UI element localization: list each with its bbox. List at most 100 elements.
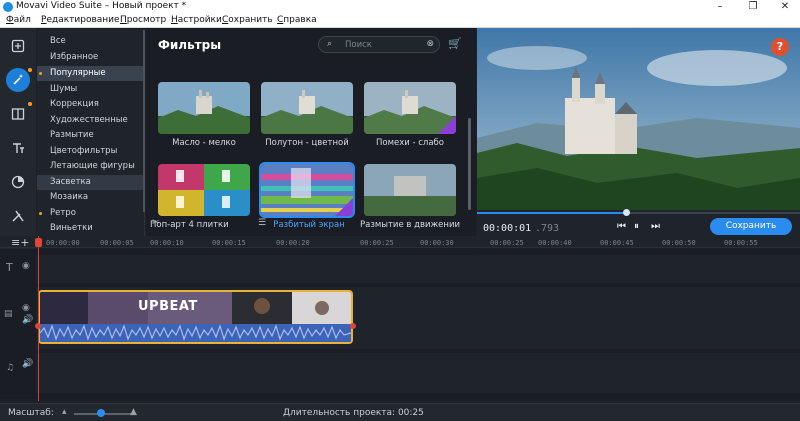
category-item[interactable]: Художественные [37,113,145,128]
menu-file[interactable]: Файл [6,15,31,25]
magic-wand-icon[interactable] [6,68,32,92]
filter-label: Размытие в движении [360,220,460,230]
cart-icon[interactable]: 🛒 [448,37,462,50]
menu-save[interactable]: Сохранить [222,15,273,25]
category-item[interactable]: Мозаика [37,190,145,205]
ruler-tick: 00:00:20 [276,239,310,247]
category-item[interactable]: Избранное [37,50,145,65]
menu-edit[interactable]: Редактирование [41,15,120,25]
ruler-tick: 00:00:25 [490,239,524,247]
filter-label: Помехи - слабо [375,138,445,148]
app-window: Movavi Video Suite – Новый проект * – ❐ … [0,0,800,421]
playhead-line [38,236,39,401]
category-item[interactable]: Все [37,34,145,49]
text-track[interactable] [36,255,800,283]
category-item[interactable]: Коррекция [37,97,145,112]
help-button[interactable]: ? [771,38,789,56]
music-track-icon: ♫ [6,363,15,373]
skip-back-icon[interactable]: ⏮ [617,221,626,232]
filter-thumb-popart[interactable] [158,164,250,216]
filter-label-selected: Разбитый экран [273,220,345,230]
clock-icon[interactable] [6,170,30,194]
premium-badge [335,198,353,216]
ruler-tick: 00:00:30 [420,239,454,247]
ruler-tick: 00:00:25 [360,239,394,247]
ruler-tick: 00:00:00 [46,239,80,247]
add-track-icon[interactable]: ≡+ [11,236,29,249]
player-bar: 00:00:01 .793 ⏮ ⏸ ⏭ Сохранить [477,209,800,236]
category-item[interactable]: Виньетки [37,221,145,236]
category-item[interactable]: Летающие фигуры [37,159,145,174]
text-track-icon: T [6,261,13,274]
zoom-out-icon[interactable]: ▴ [62,407,67,417]
app-logo-icon [3,2,13,12]
video-track-icon: ▤ [4,309,13,319]
video-preview [477,28,800,210]
track-audio-icon[interactable]: 🔊 [22,315,33,325]
category-item-selected[interactable]: Популярные [37,66,145,81]
category-item[interactable]: Ретро [37,206,145,221]
category-label: Ретро [50,208,76,218]
save-button[interactable]: Сохранить [710,218,792,235]
category-item-hover[interactable]: Засветка [37,175,145,190]
ruler-tick: 00:00:10 [150,239,184,247]
close-button[interactable]: ✕ [770,0,800,14]
search-icon: ⌕ [327,39,333,49]
filter-label: Масло - мелко [172,138,236,148]
notification-dot [28,102,32,106]
maximize-button[interactable]: ❐ [738,0,768,14]
category-item[interactable]: Размытие [37,128,145,143]
filters-scrollbar[interactable] [468,118,471,210]
clip-trim-handle-right[interactable] [350,323,356,329]
new-bullet [39,72,42,75]
transitions-icon[interactable] [6,102,32,126]
ruler-tick: 00:00:50 [662,239,696,247]
clip-title: UPBEAT [138,299,198,314]
category-scrollbar[interactable] [143,30,145,212]
video-clip[interactable]: UPBEAT [38,290,353,344]
menu-view[interactable]: Просмотр [120,15,166,25]
tools-icon[interactable] [6,204,30,228]
ruler-tick: 00:00:05 [100,239,134,247]
filter-thumb-halftone[interactable] [261,82,353,134]
new-bullet [39,212,42,215]
clear-search-icon[interactable]: ⊗ [426,39,434,49]
project-duration: Длительность проекта: 00:25 [283,408,424,418]
title-bar: Movavi Video Suite – Новый проект * – ❐ … [0,0,800,14]
filter-thumb-oil[interactable] [158,82,250,134]
audio-waveform [40,324,351,342]
track-visibility-icon[interactable]: ◉ [22,261,30,271]
time-current: 00:00:01 [483,223,532,234]
filter-thumb-broken-screen[interactable] [259,162,355,218]
import-icon[interactable] [6,34,30,58]
filter-thumb-motion-blur[interactable] [364,164,456,216]
text-icon[interactable] [6,136,30,160]
track-audio-icon[interactable]: 🔊 [22,359,33,369]
filter-thumb-noise[interactable] [364,82,456,134]
menu-help[interactable]: Справка [277,15,317,25]
time-fraction: .793 [535,223,560,234]
audio-track[interactable] [36,353,800,393]
category-item[interactable]: Шумы [37,82,145,97]
pause-icon[interactable]: ⏸ [634,221,639,232]
ruler-tick: 00:00:40 [538,239,572,247]
progress-knob[interactable] [622,209,630,216]
zoom-in-icon[interactable]: ▲ [130,407,137,417]
playhead-handle[interactable] [35,238,42,247]
track-visibility-icon[interactable]: ◉ [22,303,30,313]
zoom-slider-knob[interactable] [97,409,105,417]
minimize-button[interactable]: – [705,0,735,14]
search-input[interactable]: ⌕ Поиск ⊗ [318,36,440,53]
category-item[interactable]: Цветофильтры [37,144,145,159]
category-label: Популярные [50,68,106,78]
skip-forward-icon[interactable]: ⏭ [651,221,660,232]
timeline-ruler[interactable]: 00:00:00 00:00:05 00:00:10 00:00:15 00:0… [0,236,800,248]
ruler-tick: 00:00:55 [724,239,758,247]
left-toolbar [0,28,36,256]
status-bar: Масштаб: ▴ ▲ Длительность проекта: 00:25 [0,403,800,421]
ruler-tick: 00:00:15 [212,239,246,247]
search-placeholder: Поиск [345,40,372,50]
notification-dot [28,68,32,72]
menu-settings[interactable]: Настройки [171,15,222,25]
zoom-label: Масштаб: [8,408,54,418]
